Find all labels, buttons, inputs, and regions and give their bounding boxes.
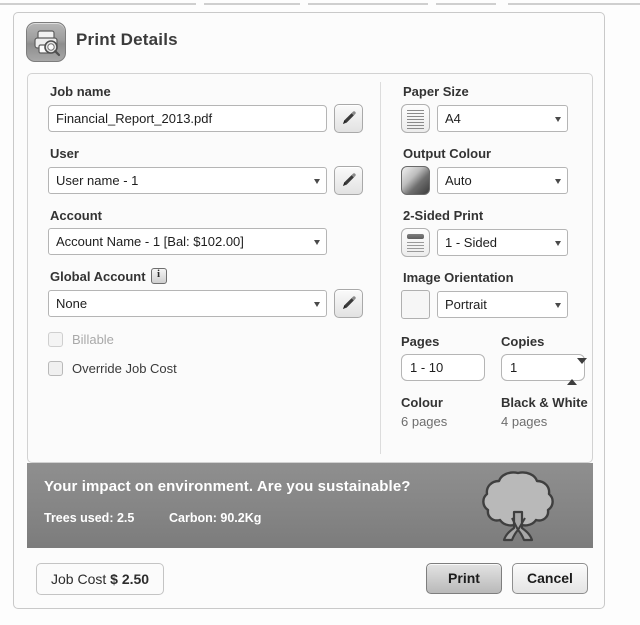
user-select-value: User name - 1 (56, 173, 139, 188)
two-sided-print-select[interactable]: 1 - Sided (437, 229, 568, 256)
billable-label: Billable (72, 332, 114, 347)
global-account-select[interactable]: None (48, 290, 327, 317)
dialog-footer: Job Cost $ 2.50 Print Cancel (14, 550, 604, 610)
image-orientation-value: Portrait (445, 297, 487, 312)
banner-headline: Your impact on environment. Are you sust… (44, 478, 411, 495)
job-name-edit-button[interactable] (334, 104, 363, 133)
pencil-icon (343, 296, 356, 309)
pages-input[interactable]: 1 - 10 (401, 354, 485, 381)
paper-size-label: Paper Size (403, 84, 469, 99)
chevron-down-icon (555, 178, 561, 184)
colour-count-label: Colour (401, 395, 443, 410)
carbon-metric: Carbon: 90.2Kg (169, 511, 262, 525)
job-settings-column: Job name Financial_Report_2013.pdf User (48, 84, 378, 376)
job-name-label: Job name (50, 84, 111, 99)
print-options-column: Paper Size A4 Output Colour Auto 2-Sided… (401, 84, 588, 429)
page-title: Print Details (76, 30, 178, 49)
copies-stepper[interactable]: 1 (501, 354, 587, 385)
bw-count-label: Black & White (501, 395, 588, 410)
paper-size-select[interactable]: A4 (437, 105, 568, 132)
copies-group: Copies 1 (501, 334, 587, 385)
dialog-titlebar: Print Details (14, 13, 604, 71)
user-label: User (50, 146, 79, 161)
chevron-down-icon (555, 240, 561, 246)
settings-panel: Job name Financial_Report_2013.pdf User (27, 73, 593, 463)
chevron-down-icon (555, 116, 561, 122)
bw-count-value: 4 pages (501, 414, 548, 429)
image-orientation-row: Portrait (401, 290, 586, 319)
account-select-value: Account Name - 1 [Bal: $102.00] (56, 234, 244, 249)
colour-swatch-icon (401, 166, 430, 195)
job-cost-value: $ 2.50 (110, 571, 150, 587)
chevron-down-icon (314, 178, 320, 184)
pages-group: Pages 1 - 10 (401, 334, 485, 381)
print-button[interactable]: Print (426, 563, 502, 594)
job-name-input[interactable]: Financial_Report_2013.pdf (48, 105, 327, 132)
user-row: User name - 1 (48, 166, 378, 195)
printer-search-icon (26, 22, 66, 62)
output-colour-value: Auto (445, 173, 472, 188)
duplex-icon (401, 228, 430, 257)
up-down-arrows-icon[interactable] (567, 358, 587, 385)
user-edit-button[interactable] (334, 166, 363, 195)
two-sided-print-label: 2-Sided Print (403, 208, 484, 223)
account-label: Account (50, 208, 102, 223)
billable-row[interactable]: Billable (48, 332, 378, 347)
global-account-row: None (48, 289, 378, 318)
paper-size-row: A4 (401, 104, 586, 133)
pencil-icon (343, 111, 356, 124)
bw-count-group: Black & White 4 pages (501, 395, 588, 429)
global-account-label-text: Global Account (50, 269, 146, 284)
two-sided-print-row: 1 - Sided (401, 228, 586, 257)
global-account-select-value: None (56, 296, 88, 311)
pencil-icon (343, 173, 356, 186)
cancel-button[interactable]: Cancel (512, 563, 588, 594)
output-colour-row: Auto (401, 166, 586, 195)
copies-value: 1 (510, 360, 518, 375)
page-counts-row: Colour 6 pages Black & White 4 pages (401, 395, 588, 429)
account-row: Account Name - 1 [Bal: $102.00] (48, 228, 378, 255)
job-cost-display: Job Cost $ 2.50 (36, 563, 165, 595)
paper-size-value: A4 (445, 111, 461, 126)
portrait-page-icon (401, 290, 430, 319)
top-divider-rule (0, 3, 640, 5)
global-account-edit-button[interactable] (334, 289, 363, 318)
print-details-dialog: Print Details Job name Financial_Report_… (13, 12, 605, 609)
image-orientation-label: Image Orientation (403, 270, 514, 285)
chevron-down-icon (314, 239, 320, 245)
pages-label: Pages (401, 334, 440, 349)
info-icon[interactable] (150, 268, 167, 284)
copies-label: Copies (501, 334, 545, 349)
global-account-label: Global Account (50, 268, 378, 284)
output-colour-select[interactable]: Auto (437, 167, 568, 194)
paper-lines-icon (401, 104, 430, 133)
tree-icon (479, 468, 557, 549)
billable-checkbox[interactable] (48, 332, 63, 347)
override-job-cost-checkbox[interactable] (48, 361, 63, 376)
two-sided-print-value: 1 - Sided (445, 235, 498, 250)
environment-impact-banner: Your impact on environment. Are you sust… (27, 463, 593, 548)
job-name-row: Financial_Report_2013.pdf (48, 104, 378, 133)
override-job-cost-label: Override Job Cost (72, 361, 177, 376)
image-orientation-select[interactable]: Portrait (437, 291, 568, 318)
screenshot-root: Print Details Job name Financial_Report_… (0, 0, 640, 625)
pages-copies-row: Pages 1 - 10 Copies 1 (401, 334, 587, 385)
user-select[interactable]: User name - 1 (48, 167, 327, 194)
account-select[interactable]: Account Name - 1 [Bal: $102.00] (48, 228, 327, 255)
colour-count-value: 6 pages (401, 414, 448, 429)
override-job-cost-row[interactable]: Override Job Cost (48, 361, 378, 376)
job-cost-label: Job Cost (51, 571, 107, 587)
column-divider (380, 82, 381, 454)
output-colour-label: Output Colour (403, 146, 492, 161)
colour-count-group: Colour 6 pages (401, 395, 485, 429)
chevron-down-icon (555, 302, 561, 308)
chevron-down-icon (314, 301, 320, 307)
trees-used-metric: Trees used: 2.5 (44, 511, 135, 525)
